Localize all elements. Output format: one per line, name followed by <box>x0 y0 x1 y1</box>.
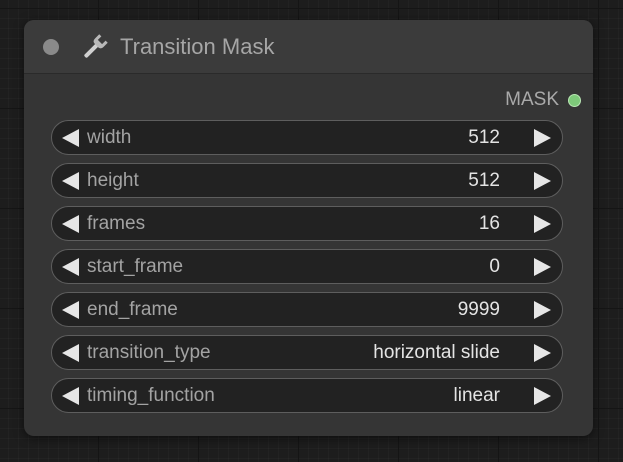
output-label: MASK <box>505 89 559 110</box>
decrement-arrow-icon[interactable] <box>62 215 79 233</box>
decrement-arrow-icon[interactable] <box>62 301 79 319</box>
next-option-arrow-icon[interactable] <box>534 344 551 362</box>
widget-label: frames <box>87 213 146 234</box>
increment-arrow-icon[interactable] <box>534 258 551 276</box>
widget-label: height <box>87 170 139 191</box>
widget-label: start_frame <box>87 256 184 277</box>
collapse-toggle-icon[interactable] <box>43 39 59 55</box>
widget-start-frame[interactable]: start_frame 0 <box>51 249 563 284</box>
node-header[interactable]: Transition Mask <box>24 20 593 74</box>
widget-end-frame[interactable]: end_frame 9999 <box>51 292 563 327</box>
increment-arrow-icon[interactable] <box>534 172 551 190</box>
widget-width[interactable]: width 512 <box>51 120 563 155</box>
widget-label: timing_function <box>87 385 215 406</box>
widget-value[interactable]: 512 <box>468 127 500 149</box>
next-option-arrow-icon[interactable] <box>534 387 551 405</box>
decrement-arrow-icon[interactable] <box>62 258 79 276</box>
increment-arrow-icon[interactable] <box>534 301 551 319</box>
transition-mask-node[interactable]: Transition Mask MASK width 512 height 51… <box>24 20 593 436</box>
wrench-icon <box>84 34 108 58</box>
widget-value[interactable]: 0 <box>489 256 500 278</box>
widget-timing-function[interactable]: timing_function linear <box>51 378 563 413</box>
increment-arrow-icon[interactable] <box>534 129 551 147</box>
output-connector-icon[interactable] <box>568 93 581 107</box>
decrement-arrow-icon[interactable] <box>62 172 79 190</box>
previous-option-arrow-icon[interactable] <box>62 387 79 405</box>
widget-label: transition_type <box>87 342 211 363</box>
widget-value[interactable]: horizontal slide <box>373 342 500 364</box>
widget-height[interactable]: height 512 <box>51 163 563 198</box>
widget-frames[interactable]: frames 16 <box>51 206 563 241</box>
previous-option-arrow-icon[interactable] <box>62 344 79 362</box>
widget-label: width <box>87 127 132 148</box>
widget-transition-type[interactable]: transition_type horizontal slide <box>51 335 563 370</box>
increment-arrow-icon[interactable] <box>534 215 551 233</box>
node-title: Transition Mask <box>120 34 275 59</box>
widget-label: end_frame <box>87 299 178 320</box>
widget-value[interactable]: linear <box>454 385 500 407</box>
widget-value[interactable]: 9999 <box>458 299 500 321</box>
widget-value[interactable]: 512 <box>468 170 500 192</box>
widget-value[interactable]: 16 <box>479 213 500 235</box>
decrement-arrow-icon[interactable] <box>62 129 79 147</box>
output-slot-mask[interactable]: MASK <box>505 89 581 111</box>
